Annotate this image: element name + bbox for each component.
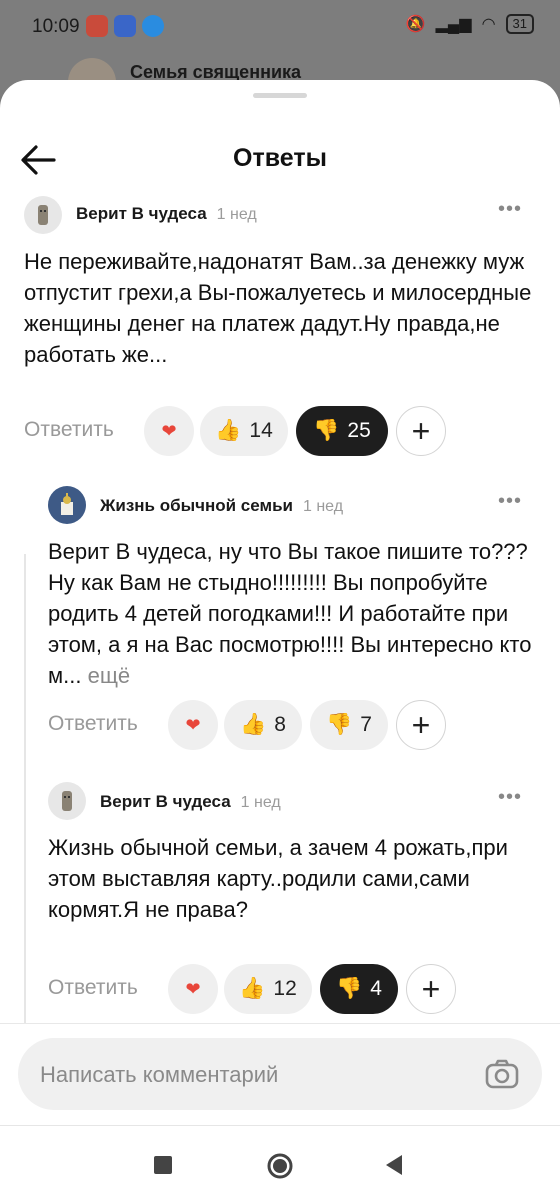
more-dots-icon[interactable]: ••• bbox=[498, 490, 522, 513]
avatar[interactable] bbox=[48, 486, 86, 524]
like-button[interactable]: 👍 8 bbox=[224, 700, 302, 750]
app-notification-icon bbox=[114, 15, 136, 37]
comment-actions: Ответить ❤ 👍 8 👎 7 + bbox=[48, 700, 536, 750]
reply-button[interactable]: Ответить bbox=[48, 976, 138, 1000]
app-notification-icon bbox=[142, 15, 164, 37]
reactors-avatar[interactable]: ❤ bbox=[144, 406, 194, 456]
comment-time: 1 нед bbox=[302, 498, 344, 515]
add-reaction-button[interactable]: + bbox=[396, 700, 446, 750]
thumbs-up-icon: 👍 bbox=[239, 977, 266, 1000]
square-icon bbox=[154, 1156, 172, 1174]
comment-time: 1 нед bbox=[216, 206, 257, 223]
camera-icon bbox=[485, 1059, 519, 1089]
dislike-count: 25 bbox=[347, 419, 371, 442]
author-name: Верит В чудеса bbox=[100, 792, 231, 811]
thumbs-down-icon: 👎 bbox=[313, 419, 340, 442]
comment-time: 1 нед bbox=[240, 794, 281, 811]
author-name: Верит В чудеса bbox=[76, 204, 207, 223]
comment-input-bar bbox=[18, 1038, 542, 1112]
more-dots-icon[interactable]: ••• bbox=[498, 786, 522, 809]
comment-actions: Ответить ❤ 👍 14 👎 25 + bbox=[24, 406, 536, 456]
comment: Верит В чудеса 1 нед ••• Жизнь обычной се… bbox=[48, 782, 536, 1022]
page-title: Ответы bbox=[233, 144, 327, 172]
home-button[interactable] bbox=[266, 1152, 294, 1185]
church-avatar-icon bbox=[61, 493, 73, 515]
comment-actions: Ответить ❤ 👍 12 👎 4 + bbox=[48, 964, 536, 1014]
replies-list[interactable]: Верит В чудеса 1 нед ••• Не переживайте,н… bbox=[0, 194, 560, 1024]
status-indicators: 🔕 ▂▄▆ ◠ 31 bbox=[406, 14, 534, 34]
more-dots-icon[interactable]: ••• bbox=[498, 198, 522, 221]
add-reaction-button[interactable]: + bbox=[406, 964, 456, 1014]
plus-icon: + bbox=[411, 707, 431, 743]
like-button[interactable]: 👍 12 bbox=[224, 964, 312, 1014]
author-name: Жизнь обычной семьи bbox=[100, 496, 293, 515]
reply-button[interactable]: Ответить bbox=[48, 712, 138, 736]
plus-icon: + bbox=[411, 413, 431, 449]
thumbs-down-icon: 👎 bbox=[326, 713, 353, 736]
battery-icon: 31 bbox=[505, 14, 534, 34]
sheet-grabber[interactable] bbox=[253, 93, 307, 98]
reactors-avatar[interactable]: ❤ bbox=[168, 964, 218, 1014]
status-bar: 10:09 🔕 ▂▄▆ ◠ 31 bbox=[0, 0, 560, 56]
dislike-count: 7 bbox=[360, 713, 372, 736]
comment-text: Не переживайте,надонатят Вам..за денежку… bbox=[24, 249, 532, 367]
comment-input[interactable] bbox=[38, 1038, 482, 1112]
thumbs-down-icon: 👎 bbox=[336, 977, 363, 1000]
like-count: 12 bbox=[273, 977, 297, 1000]
heart-icon: ❤ bbox=[185, 978, 201, 999]
comment-author[interactable]: Верит В чудеса 1 нед bbox=[100, 792, 281, 812]
expand-link[interactable]: ещё bbox=[88, 663, 131, 688]
like-count: 8 bbox=[274, 713, 286, 736]
dislike-button[interactable]: 👎 4 bbox=[320, 964, 398, 1014]
dislike-button[interactable]: 👎 25 bbox=[296, 406, 388, 456]
circle-icon bbox=[267, 1153, 293, 1179]
comment-author[interactable]: Жизнь обычной семьи 1 нед bbox=[100, 496, 343, 516]
thumbs-up-icon: 👍 bbox=[240, 713, 267, 736]
plus-icon: + bbox=[421, 971, 441, 1007]
recents-button[interactable] bbox=[154, 1156, 172, 1179]
comment-author[interactable]: Верит В чудеса 1 нед bbox=[76, 204, 257, 224]
wifi-icon: ◠ bbox=[481, 16, 496, 33]
dislike-button[interactable]: 👎 7 bbox=[310, 700, 388, 750]
statue-avatar-icon bbox=[38, 205, 48, 225]
sheet-header: Ответы bbox=[0, 120, 560, 204]
signal-icon: ▂▄▆ bbox=[435, 16, 472, 33]
heart-icon: ❤ bbox=[161, 420, 177, 441]
heart-icon: ❤ bbox=[185, 714, 201, 735]
status-time: 10:09 bbox=[32, 16, 80, 37]
avatar[interactable] bbox=[48, 782, 86, 820]
reply-button[interactable]: Ответить bbox=[24, 418, 114, 442]
comment: Жизнь обычной семьи 1 нед ••• Верит В чуд… bbox=[48, 486, 536, 750]
thumbs-up-icon: 👍 bbox=[215, 419, 242, 442]
comment-text: Верит В чудеса, ну что Вы такое пишите т… bbox=[48, 536, 536, 691]
triangle-back-icon bbox=[386, 1155, 402, 1175]
thread-line bbox=[24, 554, 26, 1024]
app-notification-icon bbox=[86, 15, 108, 37]
mute-icon: 🔕 bbox=[405, 16, 426, 33]
like-count: 14 bbox=[249, 419, 273, 442]
system-nav-bar bbox=[0, 1125, 560, 1200]
divider bbox=[0, 1023, 560, 1024]
camera-button[interactable] bbox=[484, 1056, 520, 1092]
add-reaction-button[interactable]: + bbox=[396, 406, 446, 456]
avatar[interactable] bbox=[24, 196, 62, 234]
reactors-avatar[interactable]: ❤ bbox=[168, 700, 218, 750]
dislike-count: 4 bbox=[370, 977, 382, 1000]
replies-sheet: Ответы Верит В чудеса 1 нед ••• Не пережи… bbox=[0, 80, 560, 1200]
back-nav-button[interactable] bbox=[384, 1154, 404, 1181]
comment-text: Жизнь обычной семьи, а зачем 4 рожать,пр… bbox=[48, 835, 508, 922]
comment: Верит В чудеса 1 нед ••• Не переживайте,н… bbox=[24, 194, 536, 456]
statue-avatar-icon bbox=[62, 791, 72, 811]
like-button[interactable]: 👍 14 bbox=[200, 406, 288, 456]
